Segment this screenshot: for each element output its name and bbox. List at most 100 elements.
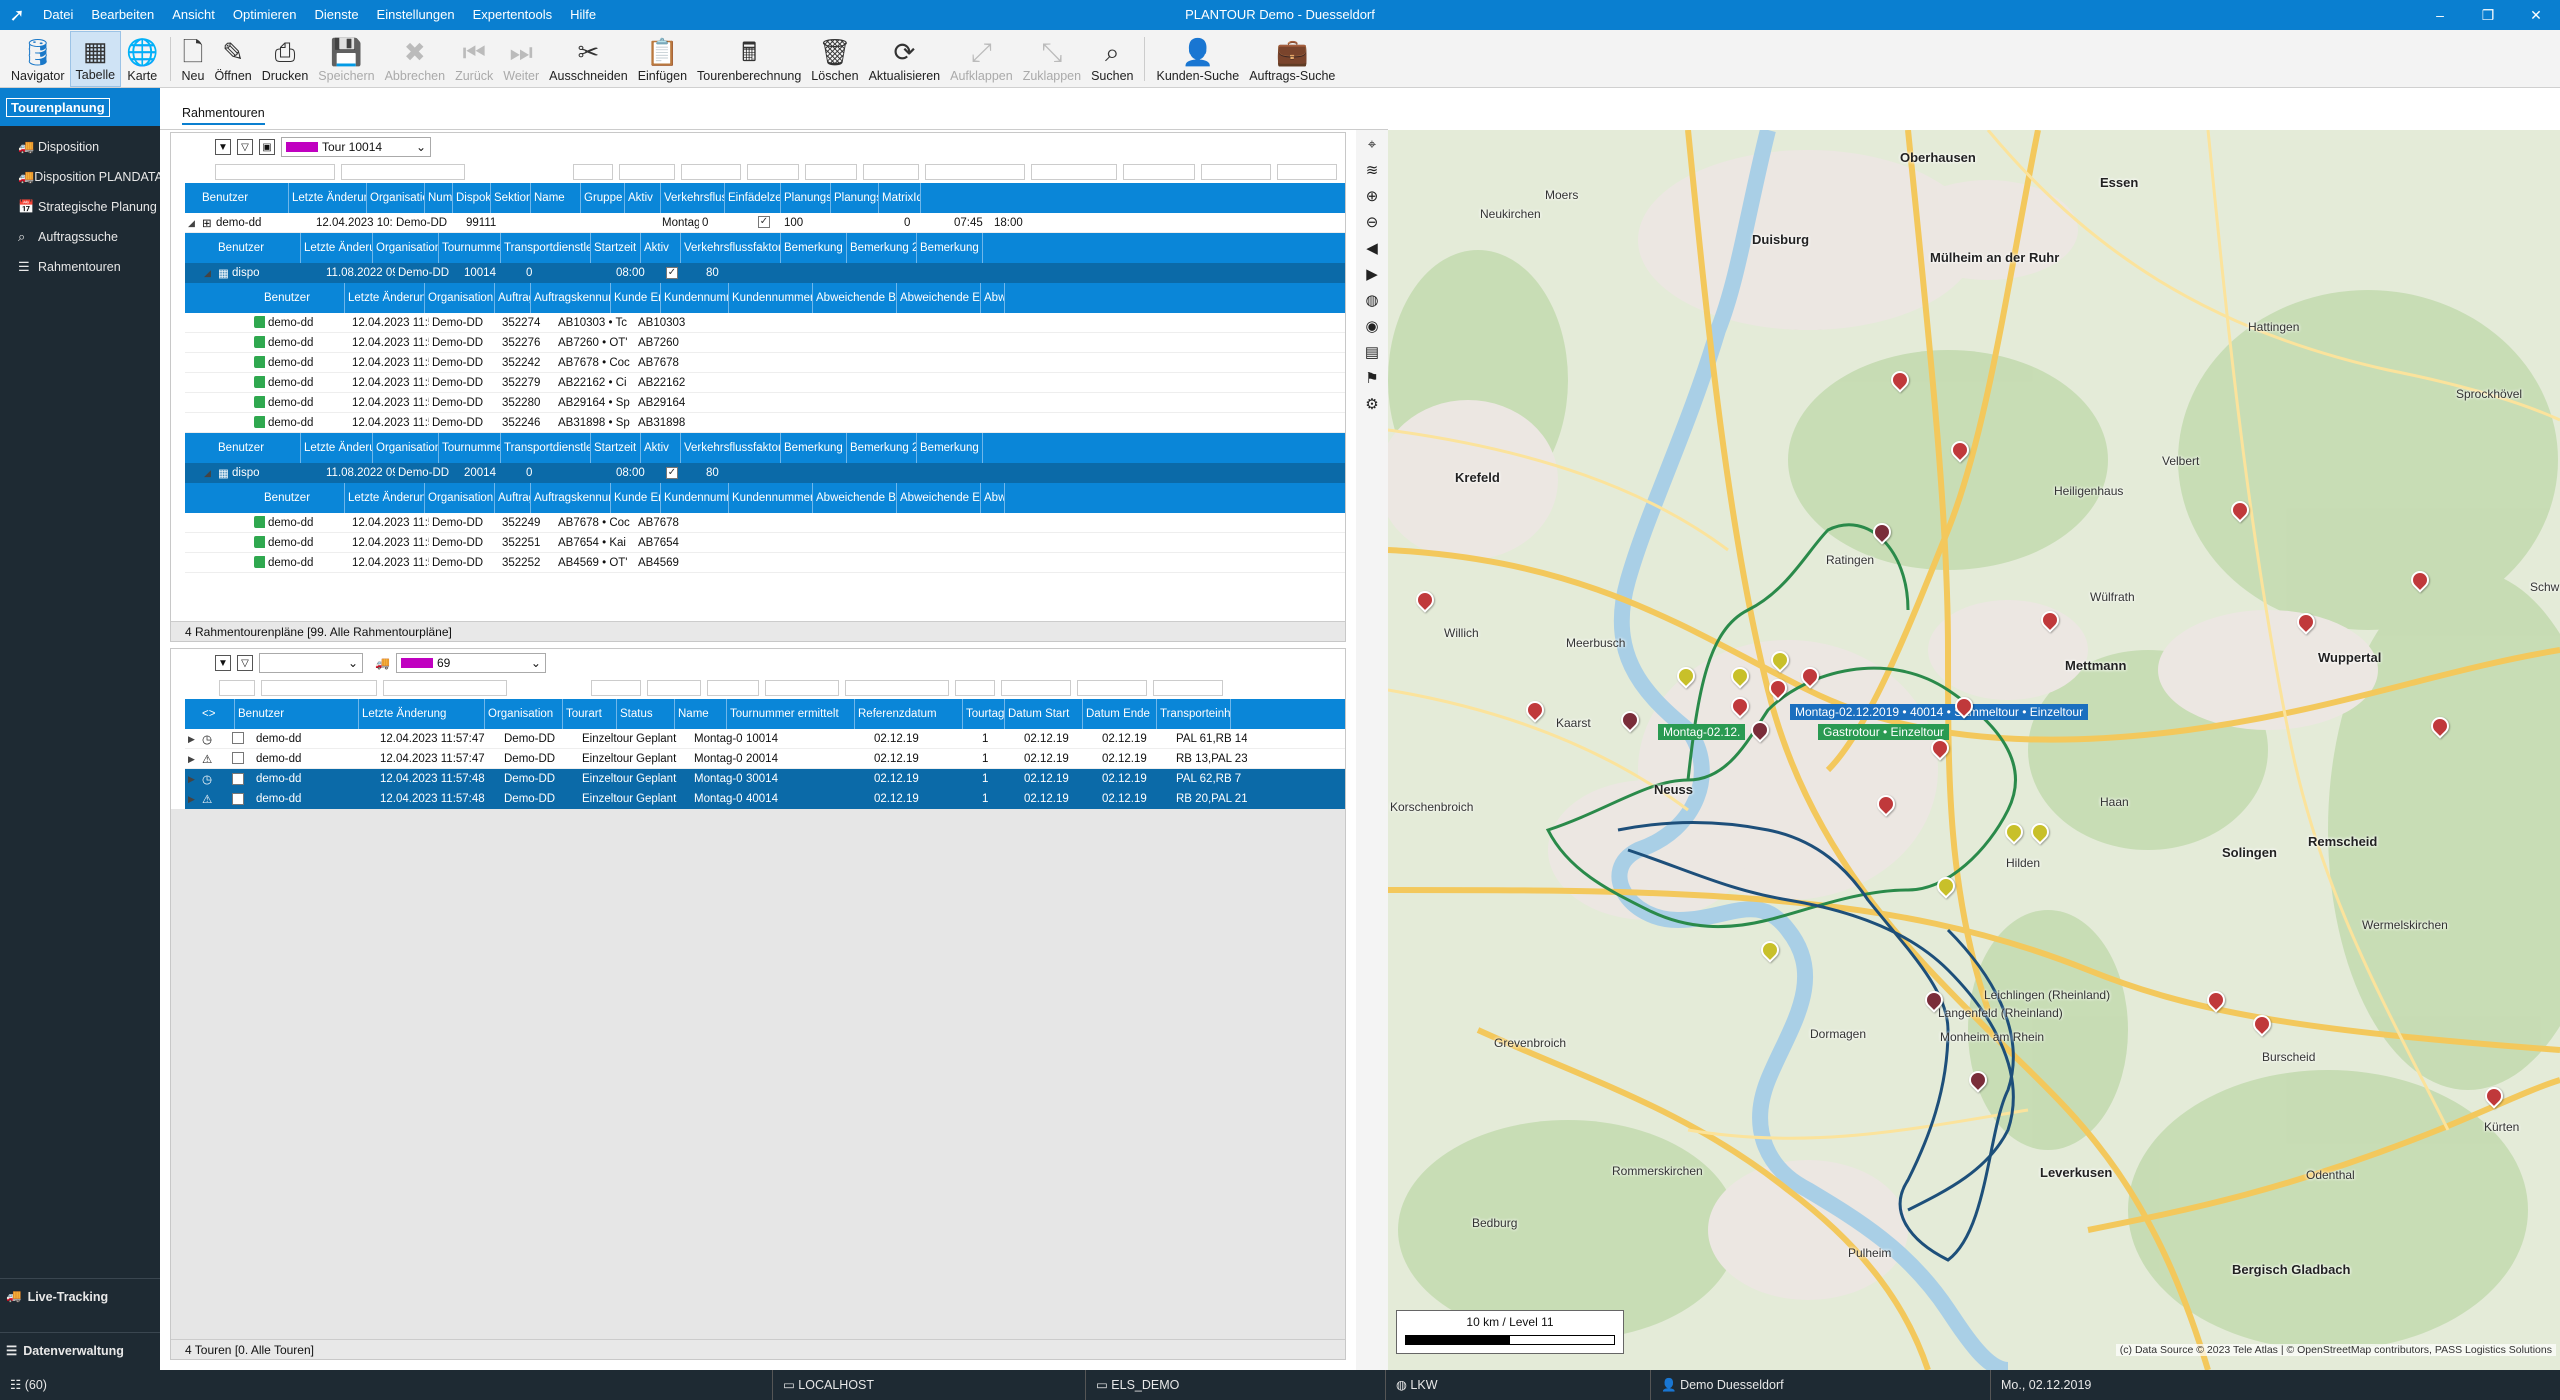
grid-orderheader-row[interactable]: Benutzer Letzte Änderung Organisation Auftr… — [185, 483, 1345, 513]
expand-toggle[interactable]: ▶ — [185, 753, 199, 765]
tour-select[interactable]: Tour 10014 ⌄ — [281, 137, 431, 157]
toolbar-button-kunden-suche[interactable]: 👤 Kunden-Suche — [1151, 31, 1244, 87]
filter-field[interactable] — [215, 164, 335, 180]
layers-icon[interactable]: ≋ — [1366, 162, 1379, 180]
grid-row-root[interactable]: ◢ ⊞ demo-dd 12.04.2023 10:31:50Demo-DD 99111… — [185, 213, 1345, 233]
filter-icon[interactable]: ▼ — [215, 655, 231, 671]
zoom-in-icon[interactable]: ⊕ — [1366, 188, 1379, 206]
grid-row-order[interactable]: demo-dd 12.04.2023 11:57:47Demo-DD 352252 A… — [185, 553, 1345, 573]
sidebar-header-tourenplanung[interactable]: Tourenplanung — [0, 88, 160, 126]
filter-field[interactable] — [681, 164, 741, 180]
filter-field[interactable] — [1001, 680, 1071, 696]
close-icon[interactable]: ✕ — [2512, 0, 2560, 30]
row-checkbox[interactable] — [232, 772, 244, 785]
sidebar-live-tracking[interactable]: 🚚 Live-Tracking — [0, 1278, 160, 1314]
filter-clear-icon[interactable]: ▽ — [237, 655, 253, 671]
menu-ansicht[interactable]: Ansicht — [163, 0, 224, 30]
filter-field[interactable] — [619, 164, 675, 180]
checkbox[interactable]: ✓ — [666, 266, 678, 279]
menu-datei[interactable]: Datei — [34, 0, 82, 30]
filter-field[interactable] — [747, 164, 799, 180]
vehicle-select[interactable]: 69 ⌄ — [395, 653, 546, 673]
sidebar-datenverwaltung[interactable]: ☰ Datenverwaltung — [0, 1332, 160, 1368]
filter-field[interactable] — [955, 680, 995, 696]
toolbar-button-auftrags-suche[interactable]: 💼 Auftrags-Suche — [1244, 31, 1340, 87]
expand-toggle[interactable]: ▶ — [185, 733, 199, 745]
filter-icon[interactable]: ▼ — [215, 139, 231, 155]
menu-optimieren[interactable]: Optimieren — [224, 0, 306, 30]
map-view[interactable]: Oberhausen Essen Duisburg Mülheim an der Ru… — [1388, 130, 2560, 1370]
tab-rahmentouren[interactable]: Rahmentouren — [182, 106, 265, 125]
filter-field[interactable] — [863, 164, 919, 180]
grid-subheader-row[interactable]: BenutzerLetzte ÄnderungOrganisationTourn… — [185, 233, 1345, 263]
pan-right-icon[interactable]: ▶ — [1366, 266, 1378, 284]
map-pin-icon[interactable]: ⌖ — [1368, 136, 1376, 154]
menu-expertentools[interactable]: Expertentools — [464, 0, 562, 30]
grid-header-row[interactable]: <> Benutzer Letzte Änderung Organisation Tou… — [185, 699, 1345, 729]
grid-row-order[interactable]: demo-dd 12.04.2023 11:57:47Demo-DD 352276 A… — [185, 333, 1345, 353]
filter-field[interactable] — [591, 680, 641, 696]
filter-field[interactable] — [1153, 680, 1223, 696]
expand-toggle[interactable]: ◢ — [185, 217, 199, 229]
sidebar-item-auftragssuche[interactable]: ⌕ Auftragssuche — [0, 222, 160, 252]
sidebar-item-disposition[interactable]: 🚚 Disposition — [0, 132, 160, 162]
filter-field[interactable] — [925, 164, 1025, 180]
sidebar-item-disposition-plandata[interactable]: 🚚 Disposition PLANDATA — [0, 162, 160, 192]
route-icon[interactable]: ⚑ — [1365, 370, 1378, 388]
toolbar-button-suchen[interactable]: ⌕ Suchen — [1086, 31, 1138, 87]
grid-row-order[interactable]: demo-dd 12.04.2023 11:57:47Demo-DD 352274 A… — [185, 313, 1345, 333]
row-checkbox[interactable] — [232, 792, 244, 805]
toolbar-button-speichern[interactable]: 💾 Speichern — [313, 31, 379, 87]
restore-icon[interactable]: ❐ — [2464, 0, 2512, 30]
filter-field[interactable] — [845, 680, 949, 696]
toolbar-button-tourenberechnung[interactable]: 🖩 Tourenberechnung — [692, 31, 806, 87]
settings-gear-icon[interactable]: ⚙ — [1365, 396, 1378, 414]
filter-field[interactable] — [383, 680, 507, 696]
grid-row-tour[interactable]: ▶ ◷ demo-dd 12.04.2023 11:57:47 Demo-DD Einze… — [185, 729, 1345, 749]
sidebar-item-strategische-planung[interactable]: 📅 Strategische Planung — [0, 192, 160, 222]
toolbar-button-navigator[interactable]: 🛢 Navigator — [6, 31, 70, 87]
filter-field[interactable] — [1201, 164, 1271, 180]
calendar-icon[interactable]: ▣ — [259, 139, 275, 155]
grid-orderheader-row[interactable]: Benutzer Letzte Änderung Organisation Auftr… — [185, 283, 1345, 313]
toolbar-button-zuklappen[interactable]: ⤡ Zuklappen — [1018, 31, 1086, 87]
grid-row-order[interactable]: demo-dd 12.04.2023 11:57:47Demo-DD 352279 A… — [185, 373, 1345, 393]
toolbar-button-öffnen[interactable]: ✎ Öffnen — [209, 31, 256, 87]
toolbar-button-aufklappen[interactable]: ⤢ Aufklappen — [945, 31, 1018, 87]
toolbar-button-drucken[interactable]: ⎙ Drucken — [257, 31, 314, 87]
toolbar-button-löschen[interactable]: 🗑 Löschen — [806, 31, 863, 87]
grid-subheader-row[interactable]: BenutzerLetzte ÄnderungOrganisationTourn… — [185, 433, 1345, 463]
toolbar-button-aktualisieren[interactable]: ⟳ Aktualisieren — [864, 31, 946, 87]
grid-row-order[interactable]: demo-dd 12.04.2023 11:57:47Demo-DD 352242 A… — [185, 353, 1345, 373]
toolbar-button-ausschneiden[interactable]: ✂ Ausschneiden — [544, 31, 633, 87]
menu-einstellungen[interactable]: Einstellungen — [368, 0, 464, 30]
filter-field[interactable] — [341, 164, 465, 180]
expand-toggle[interactable]: ◢ — [201, 467, 215, 479]
filter-clear-icon[interactable]: ▽ — [237, 139, 253, 155]
map-tour-callout[interactable]: Montag-02.12.2019 • 40014 • Sammeltour •… — [1790, 704, 2089, 720]
map-icon[interactable]: ▤ — [1365, 344, 1379, 362]
sidebar-item-rahmentouren[interactable]: ☰ Rahmentouren — [0, 252, 160, 282]
filter-field[interactable] — [573, 164, 613, 180]
map-tour-callout[interactable]: Gastrotour • Einzeltour — [1818, 724, 1949, 740]
pan-left-icon[interactable]: ◀ — [1366, 240, 1378, 258]
filter-field[interactable] — [1123, 164, 1195, 180]
toolbar-button-karte[interactable]: 🌐 Karte — [121, 31, 163, 87]
grid-header-row[interactable]: BenutzerLetzte ÄnderungOrganisationNumme… — [185, 183, 1345, 213]
menu-bearbeiten[interactable]: Bearbeiten — [82, 0, 163, 30]
row-checkbox[interactable] — [232, 732, 244, 745]
globe-icon[interactable]: ◍ — [1365, 292, 1378, 310]
visibility-icon[interactable]: ◉ — [1365, 318, 1378, 336]
toolbar-button-weiter[interactable]: ⏭ Weiter — [498, 31, 544, 87]
grid-row-order[interactable]: demo-dd 12.04.2023 11:57:47Demo-DD 352251 A… — [185, 533, 1345, 553]
checkbox[interactable]: ✓ — [758, 216, 770, 229]
checkbox[interactable]: ✓ — [666, 466, 678, 479]
grid-row-tour[interactable]: ◢ ▦dispo 11.08.2022 09:24:53Demo-DD 10014 0 0… — [185, 263, 1345, 283]
row-checkbox[interactable] — [232, 752, 244, 765]
grid-row-tour[interactable]: ▶ ⚠ demo-dd 12.04.2023 11:57:48 Demo-DD Einze… — [185, 789, 1345, 809]
filter-field[interactable] — [1077, 680, 1147, 696]
toolbar-button-einfügen[interactable]: 📋 Einfügen — [633, 31, 692, 87]
zoom-out-icon[interactable]: ⊖ — [1366, 214, 1379, 232]
expand-toggle[interactable]: ◢ — [201, 267, 215, 279]
toolbar-button-tabelle[interactable]: ▦ Tabelle — [69, 31, 122, 87]
